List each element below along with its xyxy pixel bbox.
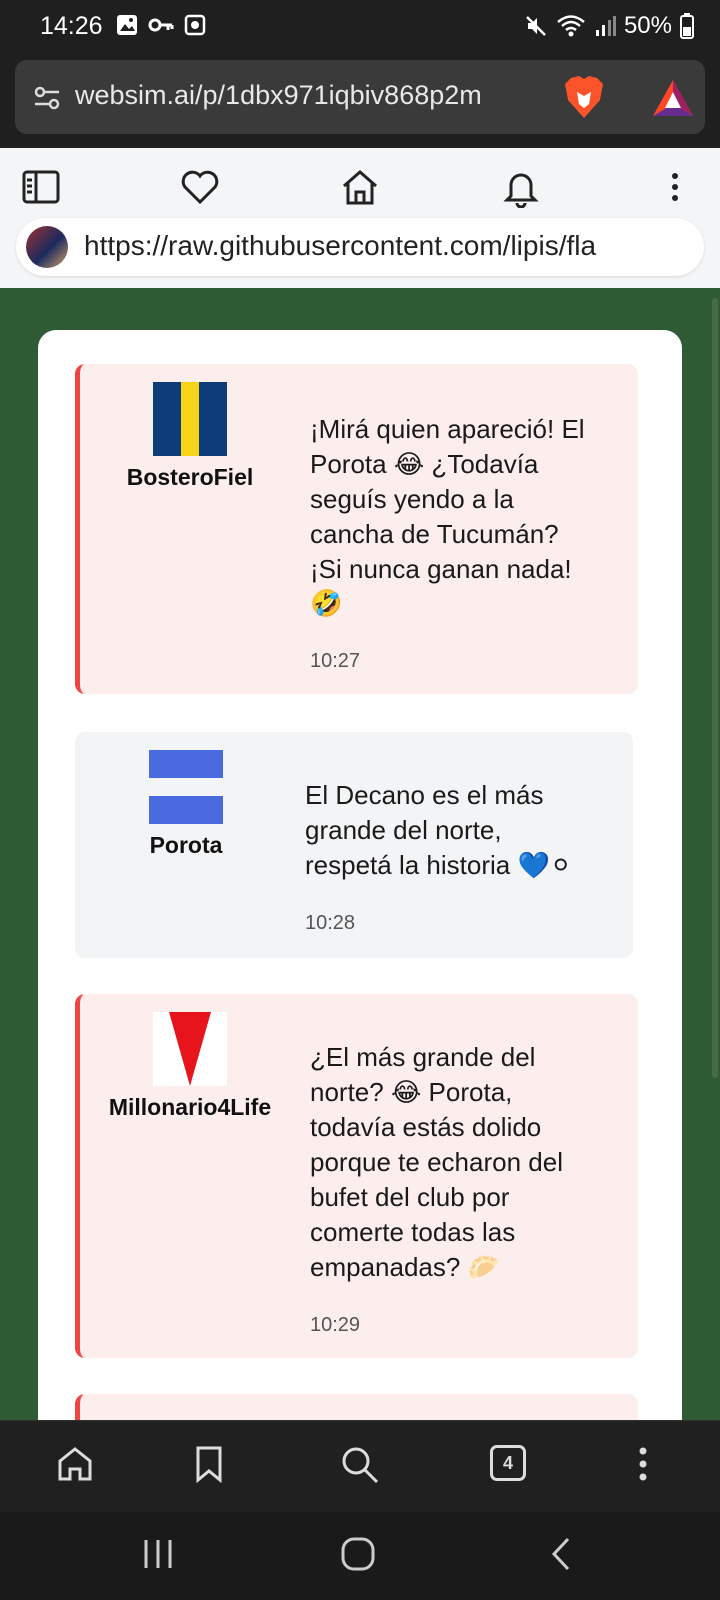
notifications-icon[interactable] bbox=[503, 168, 539, 208]
message-time: 10:29 bbox=[310, 1314, 361, 1336]
mute-icon bbox=[526, 16, 546, 36]
message-time: 10:28 bbox=[305, 912, 356, 934]
message-line: comerte todas las bbox=[310, 1217, 516, 1247]
message-username[interactable]: Porota bbox=[111, 832, 261, 859]
chat-message-partial bbox=[75, 1394, 638, 1420]
message-username[interactable]: BosteroFiel bbox=[115, 464, 265, 491]
browser-bottom-nav: 4 bbox=[0, 1420, 720, 1513]
screen-record-icon bbox=[184, 14, 206, 36]
user-avatar[interactable] bbox=[26, 226, 68, 268]
message-line: norte? 😂 Porota, bbox=[310, 1077, 513, 1107]
message-line: cancha de Tucumán? bbox=[310, 519, 559, 549]
gallery-icon bbox=[117, 15, 137, 35]
message-line: empanadas? 🥟 bbox=[310, 1252, 500, 1282]
system-nav-bar bbox=[0, 1512, 720, 1600]
message-line: grande del norte, bbox=[305, 815, 502, 845]
search-icon[interactable] bbox=[340, 1445, 380, 1485]
favorite-icon[interactable] bbox=[180, 168, 220, 206]
home-icon[interactable] bbox=[340, 168, 380, 206]
signal-icon bbox=[595, 16, 616, 36]
rewards-icon[interactable] bbox=[651, 78, 695, 118]
message-username[interactable]: Millonario4Life bbox=[90, 1094, 290, 1121]
websim-toolbar: https://raw.githubusercontent.com/lipis/… bbox=[0, 148, 720, 288]
boca-flag-icon bbox=[153, 382, 227, 456]
status-bar: 14:26 50% bbox=[0, 0, 720, 52]
atletico-flag-icon bbox=[149, 750, 223, 824]
websim-address-bar[interactable]: https://raw.githubusercontent.com/lipis/… bbox=[16, 218, 704, 276]
message-line: seguís yendo a la bbox=[310, 484, 514, 514]
sidebar-icon[interactable] bbox=[22, 168, 60, 206]
message-line: porque te echaron del bbox=[310, 1147, 563, 1177]
message-text: ¡Mirá quien apareció! El Porota 😂 ¿Todav… bbox=[310, 412, 630, 622]
more-menu-icon[interactable] bbox=[638, 1445, 648, 1483]
key-icon bbox=[148, 18, 174, 32]
message-line: respetá la historia 💙⚪ bbox=[305, 850, 572, 880]
home-button-icon[interactable] bbox=[340, 1536, 376, 1572]
message-line: ¡Si nunca ganan nada! bbox=[310, 554, 572, 584]
chat-card: BosteroFiel ¡Mirá quien apareció! El Por… bbox=[38, 330, 682, 1420]
river-flag-icon bbox=[153, 1012, 227, 1086]
page-content: BosteroFiel ¡Mirá quien apareció! El Por… bbox=[0, 288, 720, 1420]
brave-shields-icon[interactable] bbox=[563, 74, 605, 120]
status-time: 14:26 bbox=[40, 12, 103, 40]
chat-message: Millonario4Life ¿El más grande del norte… bbox=[75, 994, 638, 1358]
tab-count: 4 bbox=[502, 1453, 513, 1473]
wifi-icon bbox=[557, 15, 585, 37]
message-text: ¿El más grande del norte? 😂 Porota, toda… bbox=[310, 1040, 630, 1285]
battery-icon bbox=[680, 13, 694, 39]
chat-message: BosteroFiel ¡Mirá quien apareció! El Por… bbox=[75, 364, 638, 694]
message-line: todavía estás dolido bbox=[310, 1112, 542, 1142]
recent-apps-icon[interactable] bbox=[140, 1536, 176, 1572]
more-menu-icon[interactable] bbox=[670, 168, 680, 206]
message-line: Porota 😂 ¿Todavía bbox=[310, 449, 539, 479]
url-text[interactable]: websim.ai/p/1dbx971iqbiv868p2m bbox=[75, 80, 555, 111]
message-line: ¿El más grande del bbox=[310, 1042, 536, 1072]
scrollbar[interactable] bbox=[712, 298, 718, 1078]
message-line: El Decano es el más bbox=[305, 780, 544, 810]
bookmark-icon[interactable] bbox=[194, 1445, 224, 1483]
battery-percent: 50% bbox=[623, 12, 672, 39]
browser-top-bar: websim.ai/p/1dbx971iqbiv868p2m bbox=[0, 52, 720, 148]
message-text: El Decano es el más grande del norte, re… bbox=[305, 778, 625, 883]
websim-address-text[interactable]: https://raw.githubusercontent.com/lipis/… bbox=[84, 230, 696, 262]
message-line: bufet del club por bbox=[310, 1182, 510, 1212]
url-bar[interactable]: websim.ai/p/1dbx971iqbiv868p2m bbox=[15, 60, 705, 134]
message-time: 10:27 bbox=[310, 650, 361, 672]
tabs-button[interactable]: 4 bbox=[490, 1445, 526, 1481]
chat-message: Porota El Decano es el más grande del no… bbox=[75, 732, 633, 958]
back-icon[interactable] bbox=[548, 1536, 574, 1572]
message-line: ¡Mirá quien apareció! El bbox=[310, 414, 585, 444]
message-line: 🤣 bbox=[310, 589, 343, 619]
site-settings-icon[interactable] bbox=[33, 84, 61, 112]
home-icon[interactable] bbox=[56, 1445, 94, 1483]
